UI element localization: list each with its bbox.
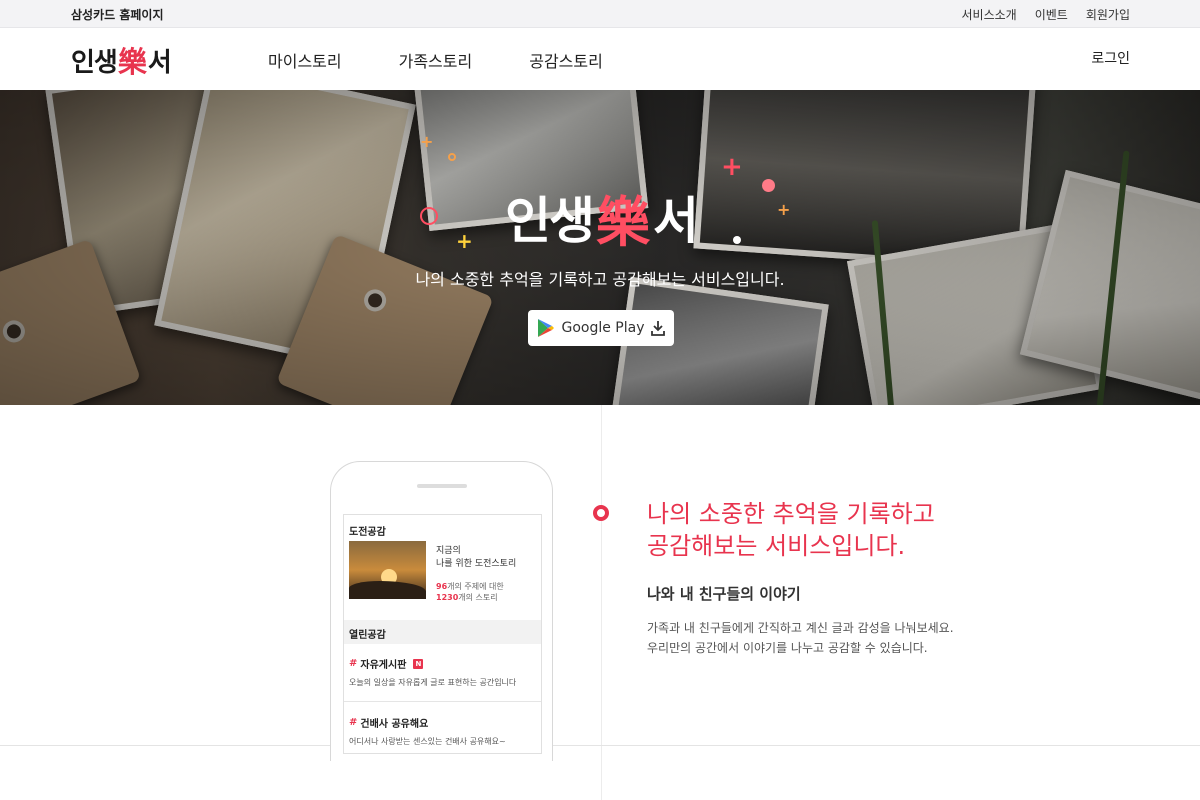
service-intro-link[interactable]: 서비스소개 [962,6,1017,23]
item-desc: 어디서나 사랑받는 센스있는 건배사 공유해요~ [349,737,506,746]
story-count-text: 1230개의 스토리 [436,592,498,603]
story-line1: 지금의 [436,546,461,556]
topic-count: 96 [436,582,448,591]
feature-headline-line2: 공감해보는 서비스입니다. [647,532,906,560]
list-item: # 건배사 공유해요 어디서나 사랑받는 센스있는 건배사 공유해요~ [349,715,539,747]
story-line2: 나를 위한 도전스토리 [436,559,517,569]
feature-headline: 나의 소중한 추억을 기록하고 공감해보는 서비스입니다. [647,498,935,562]
feature-subhead: 나와 내 친구들의 이야기 [647,585,801,603]
item-title: 자유게시판 [360,660,407,671]
event-link[interactable]: 이벤트 [1035,6,1068,23]
main-nav: 마이스토리 가족스토리 공감스토리 [268,48,603,72]
logo-text-part2: 樂 [117,45,147,79]
feature-headline-line1: 나의 소중한 추억을 기록하고 [647,500,935,528]
signup-link[interactable]: 회원가입 [1086,6,1130,23]
site-logo[interactable]: 인생 樂 서 [71,40,172,80]
feature-description: 가족과 내 친구들에게 간직하고 계신 글과 감성을 나눠보세요. 우리만의 공… [647,618,954,658]
list-divider [344,701,541,702]
logo-text-part3: 서 [147,47,172,78]
phone-screen: 도전공감 지금의 나를 위한 도전스토리 96개의 주제에 대한 1230개의 … [343,514,542,754]
hero-subtitle: 나의 소중한 추억을 기록하고 공감해보는 서비스입니다. [415,270,785,289]
login-link[interactable]: 로그인 [1091,48,1130,68]
hash-mark: # [349,717,358,728]
topic-count-suffix: 개의 주제에 대한 [447,582,504,591]
new-badge: N [413,658,424,669]
open-empathy-title: 열린공감 [349,630,386,641]
hero-logo-part1: 인생 [505,192,595,250]
main-header: 인생 樂 서 마이스토리 가족스토리 공감스토리 로그인 [0,28,1200,90]
phone-speaker [417,484,467,488]
challenge-story-image [349,541,426,599]
story-count: 1230 [436,593,459,602]
hash-mark: # [349,658,358,669]
open-empathy-header: 열린공감 [344,620,541,644]
timeline-dot [593,505,609,521]
nav-family-story[interactable]: 가족스토리 [399,48,473,72]
item-title: 건배사 공유해요 [360,719,429,730]
feature-desc-line1: 가족과 내 친구들에게 간직하고 계신 글과 감성을 나눠보세요. [647,621,954,635]
sparkle-icon: + [777,200,791,219]
samsungcard-home-link[interactable]: 삼성카드 홈페이지 [71,6,164,23]
google-play-button[interactable]: Google Play [528,310,674,346]
download-icon [650,321,665,336]
sparkle-icon: + [721,152,743,182]
story-count-suffix: 개의 스토리 [458,593,498,602]
logo-text-part1: 인생 [71,47,118,78]
nav-my-story[interactable]: 마이스토리 [268,48,342,72]
hero-logo: 인생 樂 서 [466,185,736,254]
utility-links: 서비스소개 이벤트 회원가입 [962,6,1131,23]
nav-empathy-story[interactable]: 공감스토리 [529,48,603,72]
feature-desc-line2: 우리만의 공간에서 이야기를 나누고 공감할 수 있습니다. [647,641,928,655]
top-utility-bar: 삼성카드 홈페이지 서비스소개 이벤트 회원가입 [0,0,1200,28]
sparkle-icon: + [420,132,434,151]
screen-section-title: 도전공감 [349,527,386,538]
hero-logo-part2: 樂 [596,190,650,254]
hero-banner: + + + + 인생 樂 서 나의 소중한 추억을 기록하고 공감해보는 서비스… [0,90,1200,405]
center-divider [601,405,602,800]
google-play-icon [538,319,555,337]
sparkle-ring-icon [420,207,438,225]
bottom-divider [0,745,1200,746]
topic-count-text: 96개의 주제에 대한 [436,581,504,592]
item-desc: 오늘의 일상을 자유롭게 글로 표현하는 공간입니다 [349,678,517,687]
sparkle-ring-icon [448,153,456,161]
list-item: # 자유게시판 N 오늘의 일상을 자유롭게 글로 표현하는 공간입니다 [349,656,539,688]
google-play-label: Google Play [561,320,645,336]
sparkle-ring-icon [762,179,775,192]
phone-mockup: 도전공감 지금의 나를 위한 도전스토리 96개의 주제에 대한 1230개의 … [330,461,553,761]
hero-logo-part3: 서 [653,192,699,250]
